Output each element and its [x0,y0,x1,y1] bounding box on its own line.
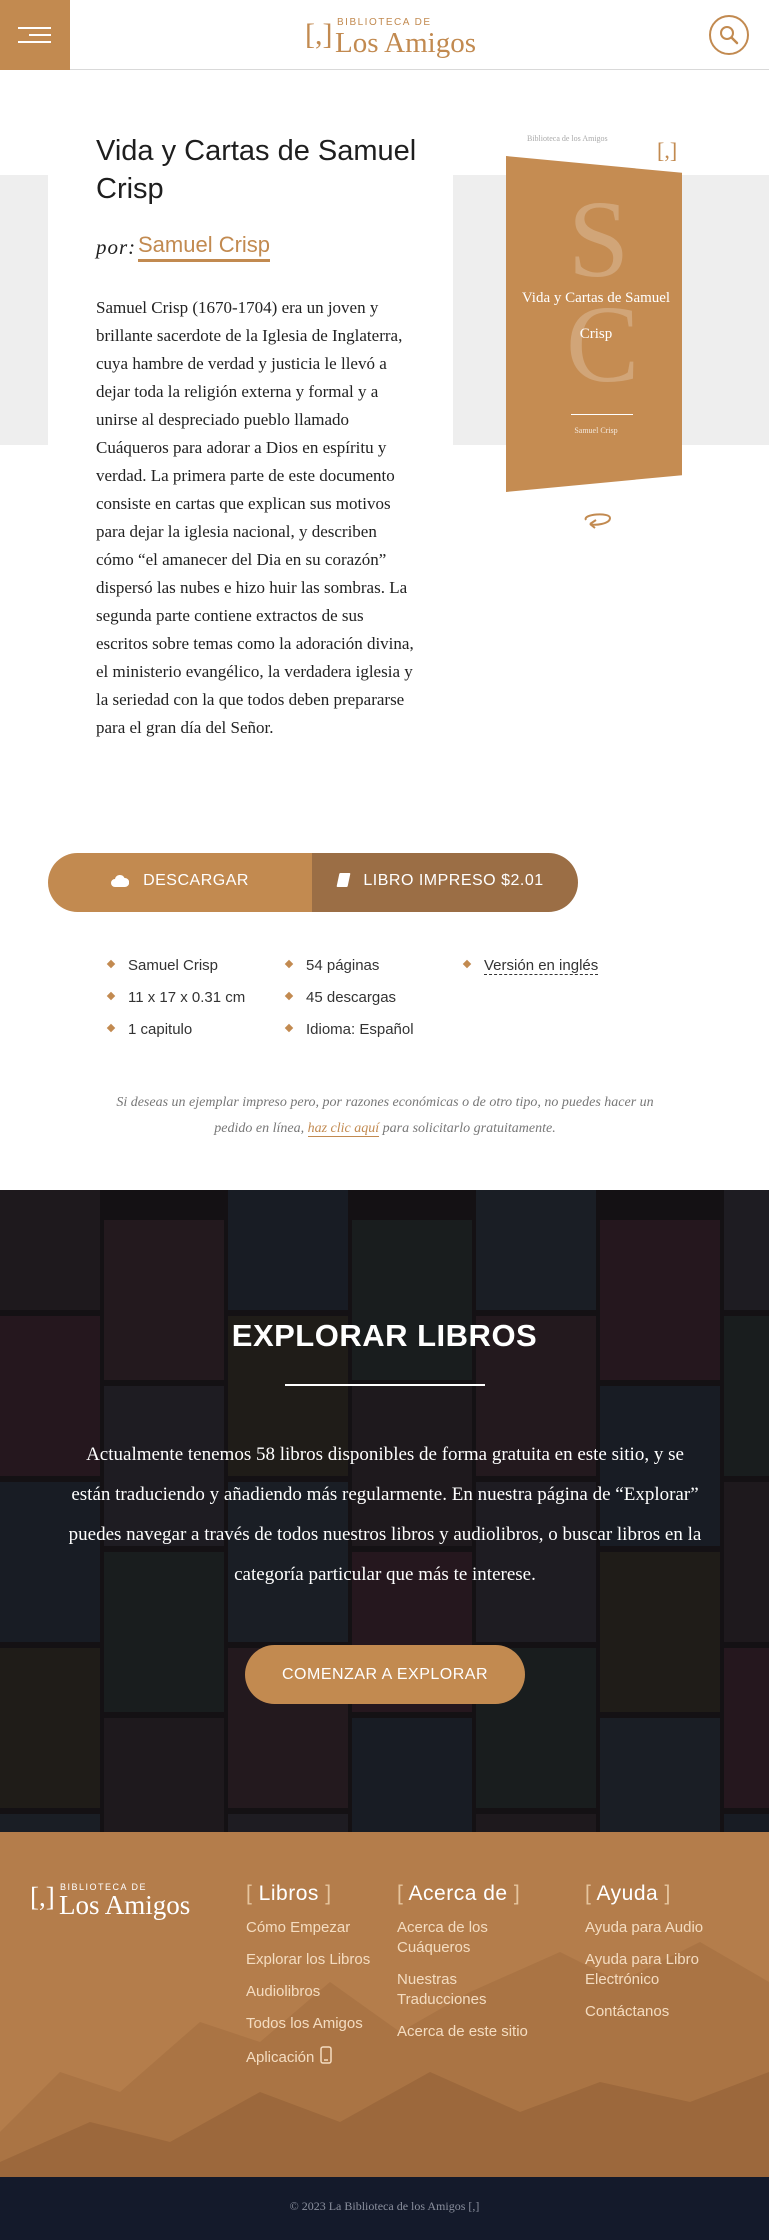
footer-link-aplicacion[interactable]: Aplicación [246,2046,376,2070]
footer-logo-bracket: [,] [30,1882,55,1912]
printed-book-label: LIBRO IMPRESO $2.01 [363,872,544,889]
request-free-link[interactable]: haz clic aquí [307,1121,380,1137]
copyright-bar: © 2023 La Biblioteca de los Amigos [,] [0,2177,769,2240]
footer-link-ayuda-audio[interactable]: Ayuda para Audio [585,1918,755,1938]
fact-author: Samuel Crisp [106,957,218,974]
site-header: [,] BIBLIOTECA DE Los Amigos [0,0,769,70]
rotate-cover-icon[interactable] [580,508,616,532]
hero-band-left [0,175,48,445]
printed-book-button[interactable]: LIBRO IMPRESO $2.01 [304,853,578,912]
copyright-text: © 2023 La Biblioteca de los Amigos [,] [289,2199,480,2213]
footer-link-todos-amigos[interactable]: Todos los Amigos [246,2014,376,2034]
cover-title: Vida y Cartas de Samuel Crisp [521,290,671,342]
fact-pages: 54 páginas [284,957,379,974]
footer-link-como-empezar[interactable]: Cómo Empezar [246,1918,376,1938]
footer-logo-big: Los Amigos [59,1890,191,1920]
book-title: Vida y Cartas de Samuel Crisp [96,135,417,205]
download-label: DESCARGAR [143,872,249,889]
book-description: Samuel Crisp (1670-1704) era un joven y … [96,298,414,737]
footer-logo[interactable]: [,] BIBLIOTECA DE Los Amigos [30,1882,210,1922]
fact-language: Idioma: Español [284,1021,414,1038]
cover-top-text: Biblioteca de los Amigos [527,134,608,143]
footer-link-este-sitio[interactable]: Acerca de este sitio [397,2022,547,2042]
logo-big-text: Los Amigos [335,27,476,59]
logo-bracket: [,] [305,18,333,51]
note-text-after: para solicitarlo gratuitamente. [382,1121,556,1136]
footer-col-libros: [ Libros ] Cómo Empezar Explorar los Lib… [246,1882,376,2082]
site-footer: [,] BIBLIOTECA DE Los Amigos [ Libros ] … [0,1832,769,2177]
cover-top-logo: [,] [657,138,678,163]
fact-dimensions: 11 x 17 x 0.31 cm [106,989,245,1006]
fact-english-version: Versión en inglés [462,957,599,975]
download-button[interactable]: DESCARGAR [48,853,312,912]
author-link[interactable]: Samuel Crisp [138,232,271,262]
cover-divider [571,414,633,415]
explore-title: EXPLORAR LIBROS [231,1318,538,1353]
explore-divider [285,1384,485,1386]
footer-heading-acerca: [ Acerca de ] [397,1882,521,1905]
fact-downloads: 45 descargas [284,989,396,1006]
footer-col-ayuda: [ Ayuda ] Ayuda para Audio Ayuda para Li… [585,1882,755,2034]
phone-icon [320,2046,333,2070]
cover-front: S C Vida y Cartas de Samuel Crisp Samuel… [506,156,682,492]
footer-col-acerca: [ Acerca de ] Acerca de los Cuáqueros Nu… [397,1882,547,2054]
footer-link-audiolibros[interactable]: Audiolibros [246,1982,376,2002]
footer-heading-libros: [ Libros ] [246,1882,332,1905]
footer-link-traducciones[interactable]: Nuestras Traducciones [397,1970,547,2010]
footer-link-cuaqueros[interactable]: Acerca de los Cuáqueros [397,1918,547,1958]
search-icon[interactable] [709,15,749,55]
explore-text: Actualmente tenemos 58 libros disponible… [68,1444,702,1585]
book-cover[interactable]: Biblioteca de los Amigos [,] S C Vida y … [505,130,685,500]
footer-heading-ayuda: [ Ayuda ] [585,1882,671,1905]
book-facts: Samuel Crisp 11 x 17 x 0.31 cm 1 capitul… [106,957,668,1057]
start-exploring-button[interactable]: COMENZAR A EXPLORAR [245,1645,525,1704]
author-prefix: por: [96,235,137,259]
explore-section: EXPLORAR LIBROS Actualmente tenemos 58 l… [0,1190,769,1832]
footer-link-ayuda-ebook[interactable]: Ayuda para Libro Electrónico [585,1950,755,1990]
book-icon [336,873,351,887]
cover-author: Samuel Crisp [574,426,618,435]
site-logo[interactable]: [,] BIBLIOTECA DE Los Amigos [305,14,505,59]
footer-link-explorar[interactable]: Explorar los Libros [246,1950,376,1970]
footer-link-contacto[interactable]: Contáctanos [585,2002,755,2022]
free-request-note: Si deseas un ejemplar impreso pero, por … [110,1090,660,1142]
fact-chapters: 1 capitulo [106,1021,192,1038]
english-version-link[interactable]: Versión en inglés [484,957,599,975]
cloud-icon [111,874,130,892]
hamburger-menu-icon[interactable] [0,0,70,70]
